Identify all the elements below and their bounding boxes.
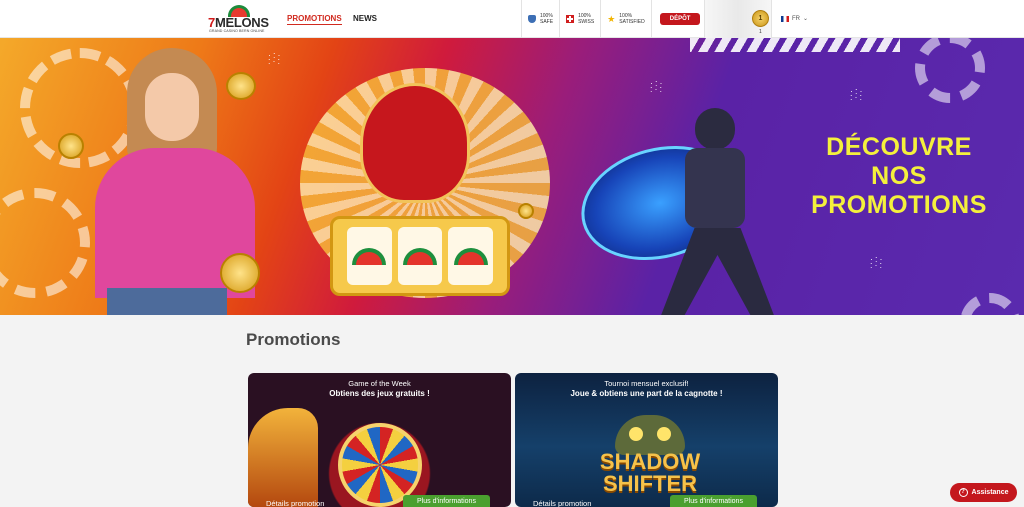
hero-banner[interactable]: ·:·:·: ·:·:·: ·:·:·: ·:·:·: DÉCOUVRE NOS… [0,38,1024,315]
page-title: Promotions [246,330,341,349]
card-headline: Joue & obtiens une part de la cagnotte ! [570,389,723,398]
slot-machine-graphic [330,216,510,296]
badge-satisfied: ★ 100% SATISFIED [600,0,651,38]
ninja-character-image [650,108,780,315]
gold-coin-icon [220,253,260,293]
gold-coin-icon [58,133,84,159]
trust-badges: 100% SAFE 100% SWISS ★ 100% SATISFIED DÉPÔT [521,0,708,38]
details-link[interactable]: Détails promotion [266,499,324,507]
sparkle-icon: ·:·:·: [850,86,865,102]
casino-chip-icon [960,293,1020,315]
dragon-mascot-image [360,83,470,203]
sparkle-icon: ·:·:·: [268,50,283,66]
sparkle-icon: ·:·:·: [870,254,885,270]
badge-safe: 100% SAFE [521,0,559,38]
nav-promotions[interactable]: PROMOTIONS [287,14,342,25]
language-code: FR [792,15,800,22]
hero-headline: DÉCOUVRE NOS PROMOTIONS [811,133,987,219]
card-headline: Obtiens des jeux gratuits ! [329,389,430,398]
sparkle-icon: ·:·:·: [650,78,665,94]
gold-coin-icon [226,72,256,100]
deposit-button[interactable]: DÉPÔT [659,13,701,25]
top-navigation-bar: 7MELONS GRAND CASINO BERN ONLINE PROMOTI… [0,0,1024,38]
game-logo-shadow-shifter: SHADOW SHIFTER [599,449,701,496]
promotion-card-game-of-week[interactable]: Game of the Week Obtiens des jeux gratui… [248,373,511,507]
level-number: 1 [759,29,762,35]
logo-tagline: GRAND CASINO BERN ONLINE [209,29,265,33]
france-flag-icon [781,15,789,22]
chevron-down-icon: ⌄ [803,16,809,22]
logo-name: MELONS [214,15,269,30]
help-icon: ? [958,488,968,497]
casino-chip-icon [915,38,985,103]
logo-number: 7 [208,15,215,30]
decorative-stripes [690,38,900,52]
more-info-button[interactable]: Plus d'informations [403,495,490,507]
level-badge-icon[interactable]: 1 [752,10,769,27]
badge-swiss: 100% SWISS [559,0,600,38]
gold-coin-icon [518,203,534,219]
assistance-button[interactable]: ? Assistance [950,483,1017,502]
watermelon-icon [403,247,437,265]
swiss-cross-icon [566,15,575,23]
shield-icon [528,15,536,23]
language-selector[interactable]: FR ⌄ [781,15,808,22]
watermelon-icon [352,247,387,265]
promotion-card-monthly-tournament[interactable]: SHADOW SHIFTER Tournoi mensuel exclusif!… [515,373,778,507]
dragon-artwork [248,408,318,507]
more-info-button[interactable]: Plus d'informations [670,495,757,507]
nav-news[interactable]: NEWS [353,14,377,23]
watermelon-icon [453,247,488,265]
details-link[interactable]: Détails promotion [533,499,591,507]
casino-chip-icon [0,188,90,298]
site-logo[interactable]: 7MELONS GRAND CASINO BERN ONLINE [208,5,272,35]
star-icon: ★ [607,14,616,24]
assistance-label: Assistance [971,489,1009,496]
